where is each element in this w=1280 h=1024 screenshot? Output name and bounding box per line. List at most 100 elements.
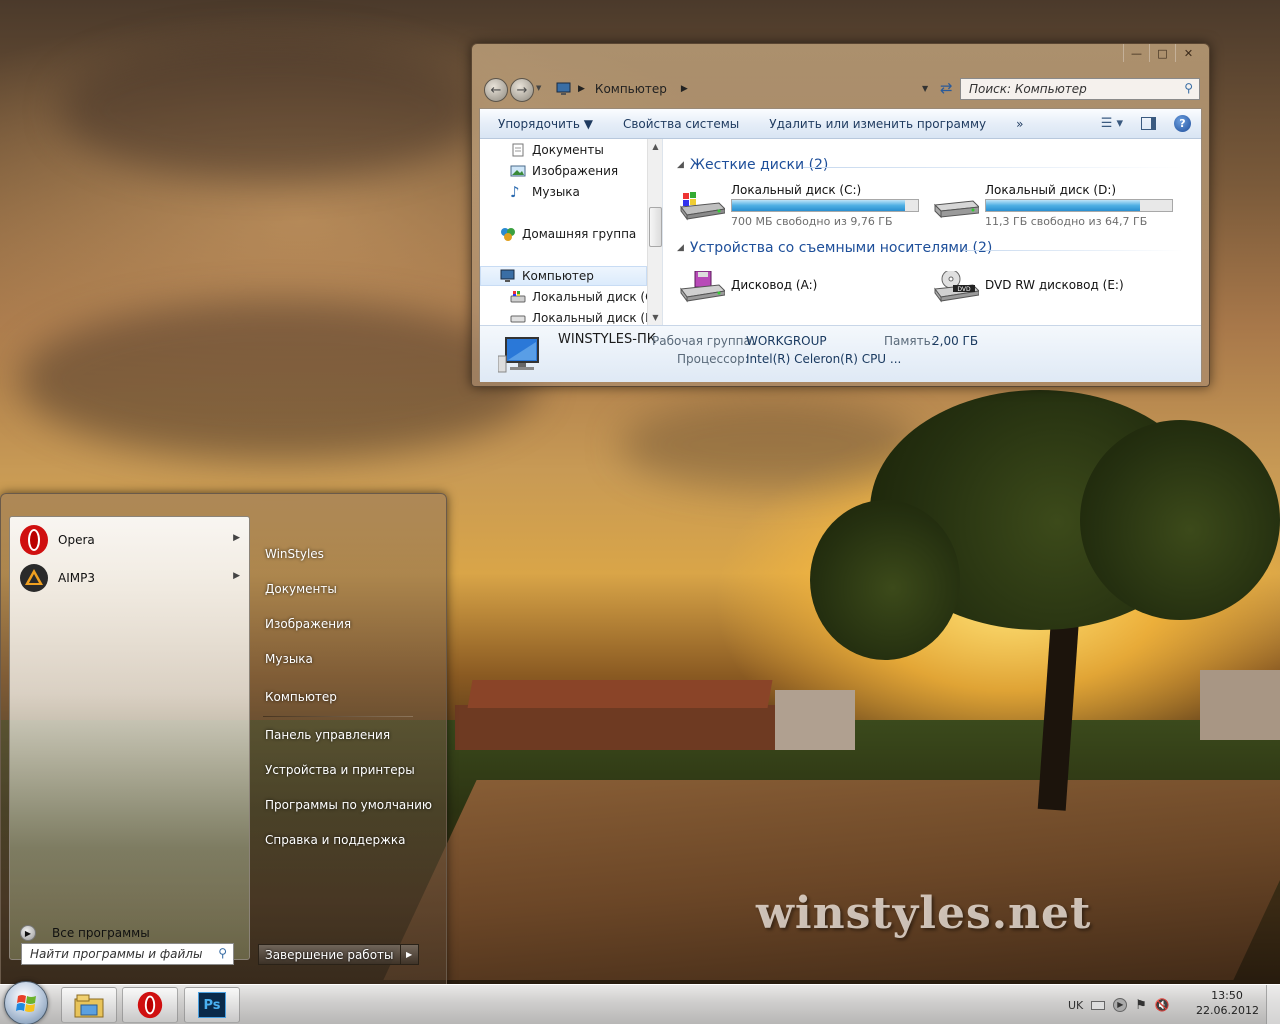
media-player-icon[interactable]: ▶ <box>1113 998 1128 1012</box>
start-menu-separator <box>263 716 413 717</box>
wallpaper-tree <box>810 500 960 660</box>
keyboard-icon[interactable] <box>1091 1000 1106 1010</box>
command-bar: Упорядочить ▼ Свойства системы Удалить и… <box>480 109 1201 139</box>
taskbar-explorer-button[interactable] <box>61 987 117 1023</box>
clock-time: 13:50 <box>1211 989 1243 1002</box>
scrollbar-thumb[interactable] <box>649 207 662 247</box>
nav-item-music[interactable]: ♪ Музыка <box>510 185 580 200</box>
more-commands-button[interactable]: » <box>1016 117 1023 131</box>
nav-item-label: Компьютер <box>522 269 594 283</box>
nav-item-label: Документы <box>532 143 604 157</box>
nav-item-pictures[interactable]: Изображения <box>510 164 618 178</box>
jumplist-arrow-icon[interactable]: ▶ <box>233 533 240 543</box>
shutdown-button[interactable]: Завершение работы <box>258 944 401 965</box>
device-item-floppy[interactable]: Дисковод (A:) <box>679 265 929 307</box>
program-aimp[interactable]: AIMP3 ▶ <box>18 561 244 595</box>
breadcrumb-arrow-icon[interactable]: ▶ <box>578 84 585 94</box>
maximize-button[interactable]: □ <box>1149 44 1175 62</box>
start-link-computer[interactable]: Компьютер <box>265 690 337 704</box>
explorer-window[interactable]: — □ ✕ ← → ▼ ▶ Компьютер ▶ ▼ ⇄ Поиск: Ком… <box>471 43 1210 387</box>
minimize-button[interactable]: — <box>1123 44 1149 62</box>
drive-free-space: 700 МБ свободно из 9,76 ГБ <box>731 215 893 228</box>
navigation-pane: Документы Изображения ♪ Музыка Домашняя … <box>480 139 663 325</box>
group-header-removable[interactable]: ◢ Устройства со съемными носителями (2) <box>677 240 992 256</box>
breadcrumb-arrow-icon[interactable]: ▶ <box>681 84 688 94</box>
start-search-placeholder: Найти программы и файлы <box>30 947 203 961</box>
shutdown-options-icon[interactable]: ▶ <box>400 944 419 965</box>
opera-icon <box>137 991 163 1019</box>
start-link-help-support[interactable]: Справка и поддержка <box>265 833 406 847</box>
change-view-icon[interactable]: ☰ ▾ <box>1101 116 1123 131</box>
refresh-icon[interactable]: ⇄ <box>940 79 953 97</box>
close-button[interactable]: ✕ <box>1175 44 1201 62</box>
device-item-dvd[interactable]: DVD DVD RW дисковод (E:) <box>933 265 1183 307</box>
back-button[interactable]: ← <box>484 78 508 102</box>
group-divider <box>963 250 1183 251</box>
group-header-hard-disks[interactable]: ◢ Жесткие диски (2) <box>677 157 828 173</box>
nav-item-label: Локальный диск (C:) <box>532 290 663 304</box>
drive-item-d[interactable]: Локальный диск (D:) 11,3 ГБ свободно из … <box>933 183 1183 228</box>
collapse-icon[interactable]: ◢ <box>677 243 684 253</box>
language-indicator[interactable]: UK <box>1068 999 1083 1012</box>
organize-button[interactable]: Упорядочить ▼ <box>498 117 593 131</box>
windows-logo-icon <box>16 995 36 1012</box>
documents-icon <box>512 143 524 157</box>
taskbar-photoshop-button[interactable]: Ps <box>184 987 240 1023</box>
forward-button[interactable]: → <box>510 78 534 102</box>
all-programs-arrow-icon: ▶ <box>20 925 36 941</box>
wallpaper-cloud <box>20 300 540 460</box>
taskbar-opera-button[interactable] <box>122 987 178 1023</box>
nav-item-drive-c[interactable]: Локальный диск (C:) <box>510 290 662 304</box>
drive-usage-fill <box>732 200 905 211</box>
scroll-up-icon[interactable]: ▲ <box>648 139 663 154</box>
recent-pages-icon[interactable]: ▼ <box>536 84 541 92</box>
preview-pane-icon[interactable] <box>1141 117 1156 130</box>
program-opera[interactable]: Opera ▶ <box>18 523 244 557</box>
window-controls: — □ ✕ <box>1123 44 1201 62</box>
nav-item-homegroup[interactable]: Домашняя группа <box>500 227 636 241</box>
jumplist-arrow-icon[interactable]: ▶ <box>233 571 240 581</box>
start-link-default-programs[interactable]: Программы по умолчанию <box>265 798 432 812</box>
help-icon[interactable]: ? <box>1174 115 1191 132</box>
volume-muted-icon[interactable]: 🔇 <box>1155 998 1170 1012</box>
nav-item-documents[interactable]: Документы <box>510 143 604 157</box>
view-controls: ☰ ▾ ? <box>1101 115 1191 132</box>
drive-item-c[interactable]: Локальный диск (C:) 700 МБ свободно из 9… <box>679 183 929 228</box>
photoshop-icon: Ps <box>198 992 226 1018</box>
start-link-winstyles[interactable]: WinStyles <box>265 547 324 561</box>
collapse-icon[interactable]: ◢ <box>677 160 684 170</box>
search-icon[interactable]: ⚲ <box>218 946 227 960</box>
clock[interactable]: 13:50 22.06.2012 <box>1196 988 1259 1018</box>
address-dropdown-icon[interactable]: ▼ <box>922 84 928 93</box>
start-link-control-panel[interactable]: Панель управления <box>265 728 390 742</box>
start-search-input[interactable]: Найти программы и файлы ⚲ <box>21 943 234 965</box>
navigation-scrollbar[interactable]: ▲ ▼ <box>647 139 662 325</box>
start-link-documents[interactable]: Документы <box>265 582 337 596</box>
computer-monitor-icon <box>498 337 539 373</box>
show-desktop-button[interactable] <box>1266 985 1280 1024</box>
system-tray: UK ▶ ⚑ 🔇 <box>1068 985 1170 1024</box>
nav-item-drive-d[interactable]: Локальный диск (D:) <box>510 311 663 325</box>
computer-icon <box>556 82 571 95</box>
scroll-down-icon[interactable]: ▼ <box>648 310 663 325</box>
search-input[interactable]: Поиск: Компьютер ⚲ <box>960 78 1200 100</box>
system-properties-button[interactable]: Свойства системы <box>623 117 739 131</box>
all-programs-label: Все программы <box>52 926 150 940</box>
drive-usage-bar <box>731 199 919 212</box>
nav-item-computer[interactable]: Компьютер <box>500 269 594 283</box>
start-link-music[interactable]: Музыка <box>265 652 313 666</box>
start-button[interactable] <box>4 981 48 1024</box>
uninstall-program-button[interactable]: Удалить или изменить программу <box>769 117 986 131</box>
start-link-pictures[interactable]: Изображения <box>265 617 351 631</box>
shutdown-control: Завершение работы ▶ <box>258 944 419 965</box>
action-center-flag-icon[interactable]: ⚑ <box>1135 998 1147 1013</box>
wallpaper-road <box>383 780 1280 980</box>
details-pane: WINSTYLES-ПК Рабочая группа: WORKGROUP П… <box>480 325 1201 382</box>
start-link-devices-printers[interactable]: Устройства и принтеры <box>265 763 415 777</box>
search-icon[interactable]: ⚲ <box>1184 81 1193 95</box>
all-programs-button[interactable]: ▶ Все программы <box>20 925 150 941</box>
group-divider <box>803 167 1183 168</box>
cpu-label: Процессор: <box>677 352 749 366</box>
workgroup-value: WORKGROUP <box>746 334 827 348</box>
breadcrumb-computer[interactable]: Компьютер <box>595 82 667 96</box>
